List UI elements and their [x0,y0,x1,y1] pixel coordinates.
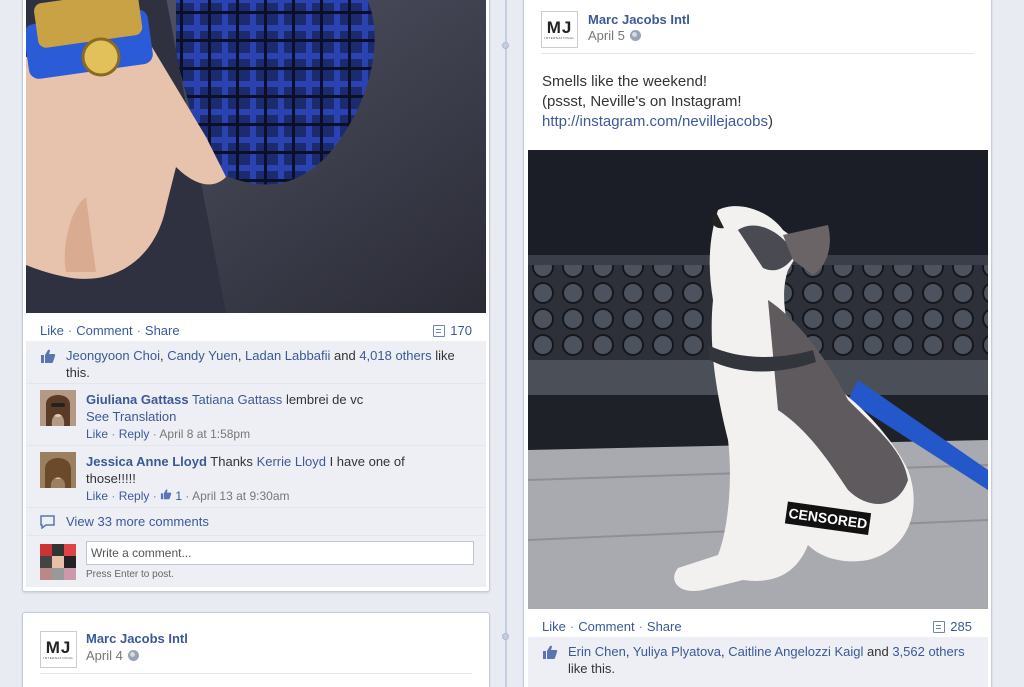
liker-link[interactable]: Ladan Labbafii [245,348,330,363]
page-name-link[interactable]: Marc Jacobs Intl [588,12,690,27]
hand-watch-photo [26,0,486,313]
liker-link[interactable]: Jeongyoon Choi [66,348,160,363]
comment-item: Giuliana Gattass Tatiana Gattass lembrei… [26,383,486,443]
separator: · [638,619,643,634]
header-divider [40,673,472,674]
comment-author-link[interactable]: Giuliana Gattass [86,392,189,407]
globe-icon [127,650,139,661]
page-name-link[interactable]: Marc Jacobs Intl [86,631,188,646]
separator: · [67,323,73,338]
commenter-avatar[interactable] [40,452,76,488]
left-post-card: Like · Comment · Share 170 Jeongyoon Choi, C… [22,0,490,592]
liker-link[interactable]: Caitline Angelozzi Kaigl [728,644,863,659]
like-thumb-icon [542,645,558,663]
write-comment-row: Write a comment... Press Enter to post. [26,535,486,585]
left-post-ufi: Jeongyoon Choi, Candy Yuen, Ladan Labbaf… [26,341,486,587]
likes-suffix: like this. [568,661,615,676]
likes-and: and [866,644,889,659]
thumb-up-icon [160,489,172,500]
comment-reply-link[interactable]: Reply [119,489,150,503]
timeline-spine [505,0,507,687]
left-post-2-card: MJ INTERNATIONAL Marc Jacobs Intl April … [22,612,490,687]
comment-author-link[interactable]: Jessica Anne Lloyd [86,454,207,469]
logo-text: MJ [546,17,573,37]
likes-and: and [333,348,356,363]
like-thumb-icon [40,349,60,367]
comment-link[interactable]: Comment [578,619,634,634]
comment-timestamp[interactable]: April 8 at 1:58pm [159,427,250,441]
viewer-avatar [40,544,76,580]
press-enter-hint: Press Enter to post. [86,569,174,580]
comment-like-count-value: 1 [175,489,183,503]
liker-link[interactable]: Candy Yuen [167,348,238,363]
likes-others-link[interactable]: 4,018 others [359,348,431,363]
post-photo[interactable]: CENSORED [528,150,988,609]
header-divider [541,53,974,54]
comment-count-value: 170 [450,323,472,338]
post-text-line: (pssst, Neville's on Instagram! [542,93,742,110]
separator: · [136,323,141,338]
post-date-text: April 4 [86,648,123,663]
logo-text: MJ [45,637,72,657]
post-text-close: ) [767,113,773,130]
post-photo[interactable] [26,0,486,313]
dog-photo: CENSORED [528,150,988,609]
view-more-comments-row[interactable]: View 33 more comments [26,507,486,535]
comment-item: Jessica Anne Lloyd Thanks Kerrie Lloyd I… [26,445,486,505]
likes-sentence: Erin Chen, Yuliya Plyatova, Caitline Ang… [568,644,965,676]
comment-body: Jessica Anne Lloyd Thanks Kerrie Lloyd I… [86,454,405,503]
comment-text-pre: Thanks [210,454,253,469]
logo-subtext: INTERNATIONAL [43,655,74,660]
right-post-ufi: Erin Chen, Yuliya Plyatova, Caitline Ang… [528,637,988,687]
share-link[interactable]: Share [647,619,682,634]
right-post-card: MJ INTERNATIONAL Marc Jacobs Intl April … [523,0,992,687]
comment-body: Giuliana Gattass Tatiana Gattass lembrei… [86,392,364,441]
comment-count[interactable]: 285 [933,619,972,634]
see-translation-link[interactable]: See Translation [86,409,176,424]
view-more-comments-link[interactable]: View 33 more comments [66,514,209,529]
comment-timestamp[interactable]: April 13 at 9:30am [192,489,289,503]
comment-count-icon [933,620,946,633]
globe-icon [629,30,641,41]
likes-others-link[interactable]: 3,562 others [892,644,964,659]
comment-text: lembrei de vc [285,392,364,407]
comment-count-icon [433,324,446,337]
timeline-dot [502,42,509,49]
comments-bubble-icon [40,515,55,529]
comment-like-link[interactable]: Like [86,489,108,503]
right-post-actions: Like · Comment · Share [542,619,682,634]
commenter-avatar[interactable] [40,390,76,426]
logo-subtext: INTERNATIONAL [544,35,575,40]
like-link[interactable]: Like [40,323,64,338]
post-date-text: April 5 [588,28,625,43]
liker-link[interactable]: Yuliya Plyatova [633,644,721,659]
page-avatar-logo[interactable]: MJ INTERNATIONAL [40,631,77,668]
likes-sentence: Jeongyoon Choi, Candy Yuen, Ladan Labbaf… [66,348,455,380]
separator: · [569,619,575,634]
post-date[interactable]: April 5 [588,28,641,43]
like-link[interactable]: Like [542,619,566,634]
post-message: Smells like the weekend! (pssst, Neville… [542,72,982,132]
post-text-line: Smells like the weekend! [542,73,708,90]
comment-link[interactable]: Comment [76,323,132,338]
timeline-dot [502,633,509,640]
comment-count-value: 285 [950,619,972,634]
comment-like-link[interactable]: Like [86,427,108,441]
comment-reply-link[interactable]: Reply [119,427,150,441]
instagram-link[interactable]: http://instagram.com/nevillejacobs [542,113,768,130]
liker-link[interactable]: Erin Chen [568,644,626,659]
comment-like-count[interactable]: 1 [160,489,182,503]
comment-count[interactable]: 170 [433,323,472,338]
share-link[interactable]: Share [145,323,180,338]
comment-mention-link[interactable]: Kerrie Lloyd [257,454,326,469]
comment-mention-link[interactable]: Tatiana Gattass [192,392,282,407]
left-post-actions: Like · Comment · Share [40,323,180,338]
write-comment-input[interactable]: Write a comment... [86,541,474,565]
post-date[interactable]: April 4 [86,648,139,663]
page-avatar-logo[interactable]: MJ INTERNATIONAL [541,11,578,48]
